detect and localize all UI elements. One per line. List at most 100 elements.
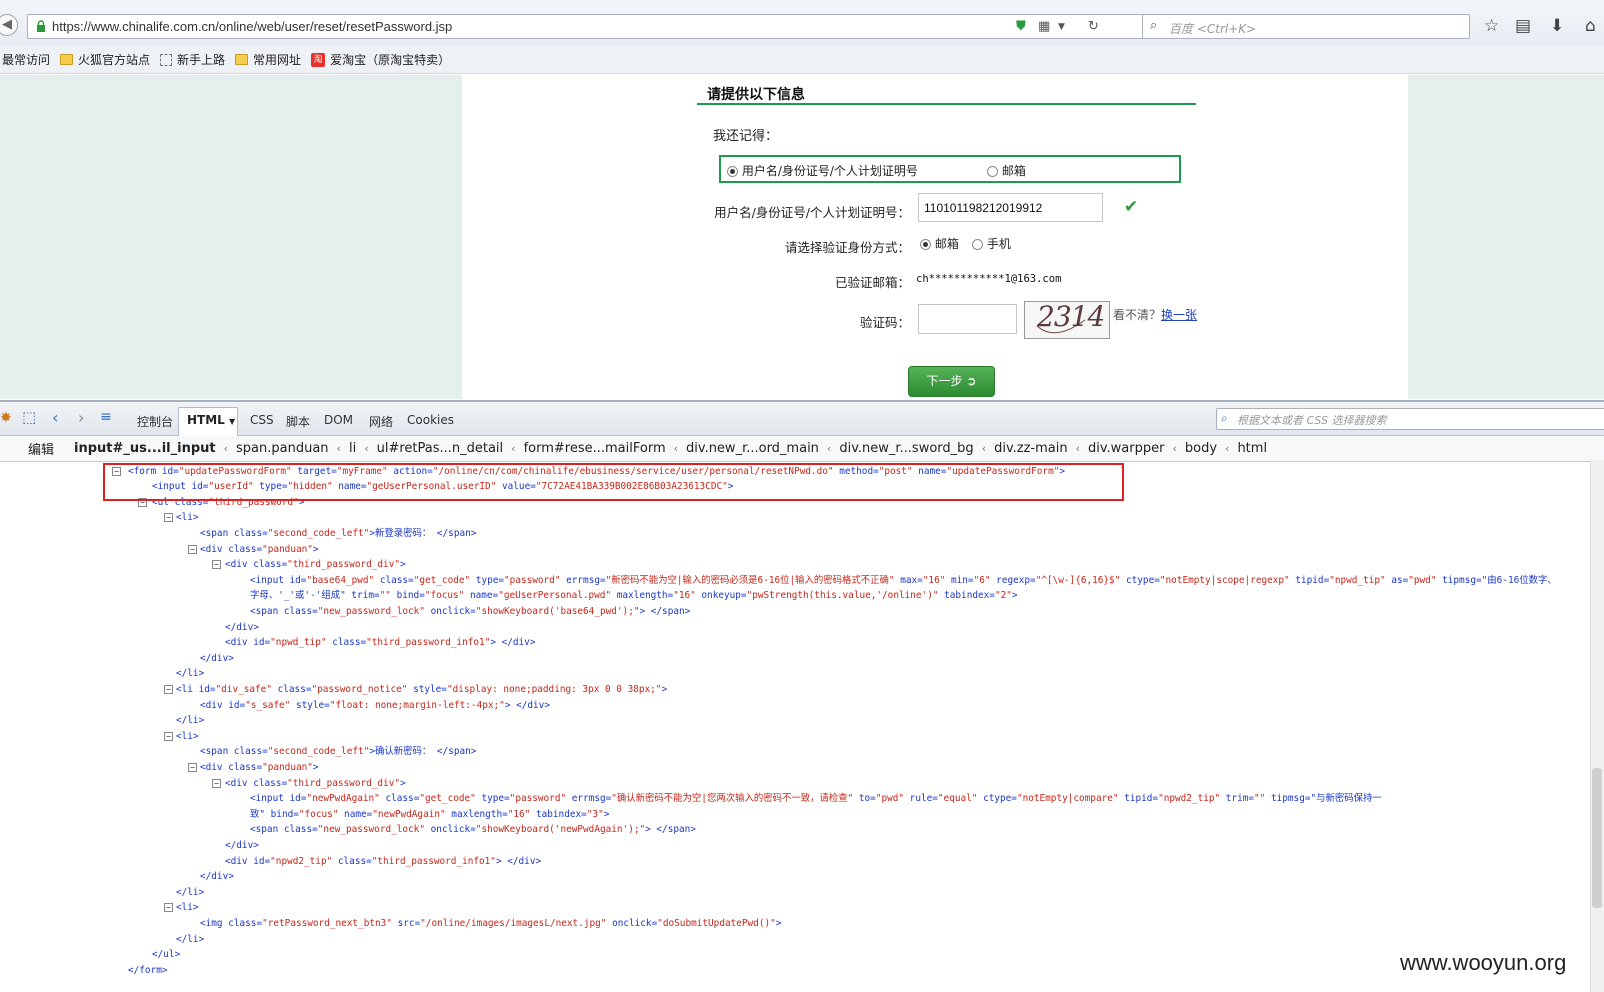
- code-line[interactable]: </li>: [176, 666, 204, 682]
- tab-script[interactable]: 脚本: [286, 413, 310, 430]
- code-line[interactable]: <div class="panduan">: [200, 542, 319, 558]
- breadcrumb-item[interactable]: html: [1237, 441, 1267, 456]
- collapse-toggle-icon[interactable]: −: [164, 731, 173, 741]
- code-line[interactable]: <div id="npwd2_tip" class="third_passwor…: [225, 854, 541, 870]
- captcha-refresh-link[interactable]: 换一张: [1161, 306, 1197, 323]
- code-line[interactable]: <img class="retPassword_next_btn3" src="…: [200, 916, 781, 932]
- title-underline: [697, 103, 1196, 105]
- reload-icon[interactable]: ↻: [1088, 19, 1099, 34]
- breadcrumb-item[interactable]: ul#retPas...n_detail: [377, 441, 504, 456]
- breadcrumb-item[interactable]: body: [1185, 441, 1217, 456]
- collapse-toggle-icon[interactable]: −: [188, 763, 197, 772]
- collapse-toggle-icon[interactable]: −: [212, 778, 221, 788]
- next-icon[interactable]: ›: [78, 408, 84, 427]
- choice-email-radio[interactable]: 邮箱: [987, 162, 1026, 179]
- verify-email-radio[interactable]: 邮箱: [920, 235, 959, 252]
- code-line[interactable]: <li id="div_safe" class="password_notice…: [176, 682, 667, 698]
- collapse-toggle-icon[interactable]: −: [212, 560, 221, 570]
- next-button[interactable]: 下一步 ➲: [908, 366, 995, 397]
- code-line[interactable]: 字母、'_'或'-'组成" trim="" bind="focus" name=…: [250, 588, 1018, 604]
- code-line[interactable]: <div id="npwd_tip" class="third_password…: [225, 635, 535, 651]
- collapse-toggle-icon[interactable]: −: [188, 544, 197, 554]
- dropdown-arrow-icon[interactable]: ▼: [1058, 22, 1065, 32]
- breadcrumb-item[interactable]: span.panduan: [236, 441, 329, 456]
- code-line[interactable]: </ul>: [152, 947, 180, 963]
- download-icon[interactable]: ⬇: [1550, 16, 1564, 36]
- verify-phone-radio[interactable]: 手机: [972, 235, 1011, 252]
- breadcrumb-item[interactable]: div.new_r...sword_bg: [839, 441, 973, 456]
- home-icon[interactable]: ⌂: [1585, 16, 1596, 36]
- bookmark-common-sites[interactable]: 常用网址: [235, 51, 301, 68]
- tab-css[interactable]: CSS: [250, 413, 274, 427]
- bookmark-label: 爱淘宝（原淘宝特卖）: [330, 53, 451, 67]
- qrcode-icon[interactable]: ▦: [1038, 19, 1050, 34]
- shield-icon[interactable]: ⛊: [1016, 19, 1026, 34]
- recall-choice-box: 用户名/身份证号/个人计划证明号 邮箱: [719, 155, 1181, 183]
- code-line[interactable]: <li>: [176, 900, 199, 916]
- breadcrumb: 编辑 input#_us...il_input ‹ span.panduan ‹ l…: [0, 436, 1604, 462]
- code-line[interactable]: <span class="second_code_left">确认新密码： </…: [200, 744, 476, 760]
- breadcrumb-item[interactable]: div.zz-main: [994, 441, 1068, 456]
- code-line[interactable]: </div>: [200, 651, 234, 667]
- code-line[interactable]: <li>: [176, 729, 199, 745]
- devtools-toolbar: ✸ ⬚ ‹ › ≡ 控制台 HTML ▼ CSS 脚本 DOM 网络 Cooki…: [0, 402, 1604, 436]
- reading-list-icon[interactable]: ▤: [1515, 16, 1531, 36]
- code-line[interactable]: </div>: [225, 838, 259, 854]
- breadcrumb-item[interactable]: form#rese...mailForm: [524, 441, 666, 456]
- code-line[interactable]: </div>: [200, 869, 234, 885]
- collapse-toggle-icon[interactable]: −: [164, 685, 173, 694]
- captcha-input[interactable]: [918, 304, 1017, 334]
- captcha-image[interactable]: 2314: [1024, 301, 1110, 339]
- url-bar[interactable]: https://www.chinalife.com.cn/online/web/…: [27, 14, 1155, 39]
- breadcrumb-item[interactable]: input#_us...il_input: [74, 441, 216, 456]
- code-line[interactable]: <span class="second_code_left">新登录密码： </…: [200, 526, 476, 542]
- code-line[interactable]: </form>: [128, 963, 168, 979]
- code-line[interactable]: <div class="third_password_div">: [225, 557, 406, 573]
- tab-html[interactable]: HTML ▼: [178, 407, 238, 436]
- code-line[interactable]: </li>: [176, 885, 204, 901]
- code-line[interactable]: <div class="panduan">: [200, 760, 319, 776]
- userid-input[interactable]: 110101198212019912: [918, 193, 1103, 222]
- scrollbar-thumb[interactable]: [1592, 768, 1602, 908]
- tab-html-label: HTML: [187, 413, 225, 427]
- code-line[interactable]: 致" bind="focus" name="newPwdAgain" maxle…: [250, 807, 609, 823]
- tab-dom[interactable]: DOM: [324, 413, 353, 427]
- prev-icon[interactable]: ‹: [52, 408, 58, 427]
- code-line[interactable]: <div class="third_password_div">: [225, 776, 406, 792]
- collapse-toggle-icon[interactable]: −: [164, 513, 173, 523]
- back-button[interactable]: ◀: [0, 14, 18, 36]
- scrollbar[interactable]: [1590, 460, 1604, 992]
- search-bar[interactable]: ⌕ 百度 <Ctrl+K>: [1142, 14, 1470, 39]
- choice-username-radio[interactable]: 用户名/身份证号/个人计划证明号: [727, 162, 918, 179]
- bookmark-firefox-site[interactable]: 火狐官方站点: [60, 51, 150, 68]
- breadcrumb-item[interactable]: div.warpper: [1088, 441, 1164, 456]
- breadcrumb-separator-icon: ‹: [336, 442, 341, 455]
- code-line[interactable]: <input id="newPwdAgain" class="get_code"…: [250, 791, 1382, 807]
- collapse-toggle-icon[interactable]: −: [164, 903, 173, 913]
- bookmark-getting-started[interactable]: 新手上路: [160, 51, 225, 68]
- userid-value: 110101198212019912: [924, 201, 1043, 215]
- bookmark-most-visited[interactable]: 最常访问: [2, 51, 50, 68]
- code-line[interactable]: </li>: [176, 713, 204, 729]
- star-icon[interactable]: ☆: [1484, 16, 1499, 36]
- tab-console[interactable]: 控制台: [137, 413, 173, 430]
- devtools-search-input[interactable]: ⌕ 根据文本或者 CSS 选择器搜索: [1216, 408, 1604, 430]
- code-line[interactable]: </li>: [176, 932, 204, 948]
- tab-cookies[interactable]: Cookies: [407, 413, 454, 427]
- tab-net[interactable]: 网络: [369, 413, 393, 430]
- code-line[interactable]: <li>: [176, 510, 199, 526]
- code-line[interactable]: <input id="base64_pwd" class="get_code" …: [250, 573, 1557, 589]
- breadcrumb-separator-icon: ‹: [1075, 442, 1080, 455]
- firebug-icon[interactable]: ✸: [0, 410, 12, 426]
- command-line-icon[interactable]: ≡: [100, 409, 112, 425]
- breadcrumb-item[interactable]: li: [349, 441, 356, 456]
- code-line[interactable]: </div>: [225, 620, 259, 636]
- code-line[interactable]: <span class="new_password_lock" onclick=…: [250, 822, 696, 838]
- bookmark-taobao[interactable]: 淘爱淘宝（原淘宝特卖）: [311, 51, 450, 68]
- inspect-icon[interactable]: ⬚: [22, 408, 36, 426]
- code-line[interactable]: <div id="s_safe" style="float: none;marg…: [200, 698, 550, 714]
- breadcrumb-item[interactable]: div.new_r...ord_main: [686, 441, 819, 456]
- bookmark-label: 最常访问: [2, 53, 51, 67]
- edit-button[interactable]: 编辑: [28, 439, 54, 458]
- code-line[interactable]: <span class="new_password_lock" onclick=…: [250, 604, 690, 620]
